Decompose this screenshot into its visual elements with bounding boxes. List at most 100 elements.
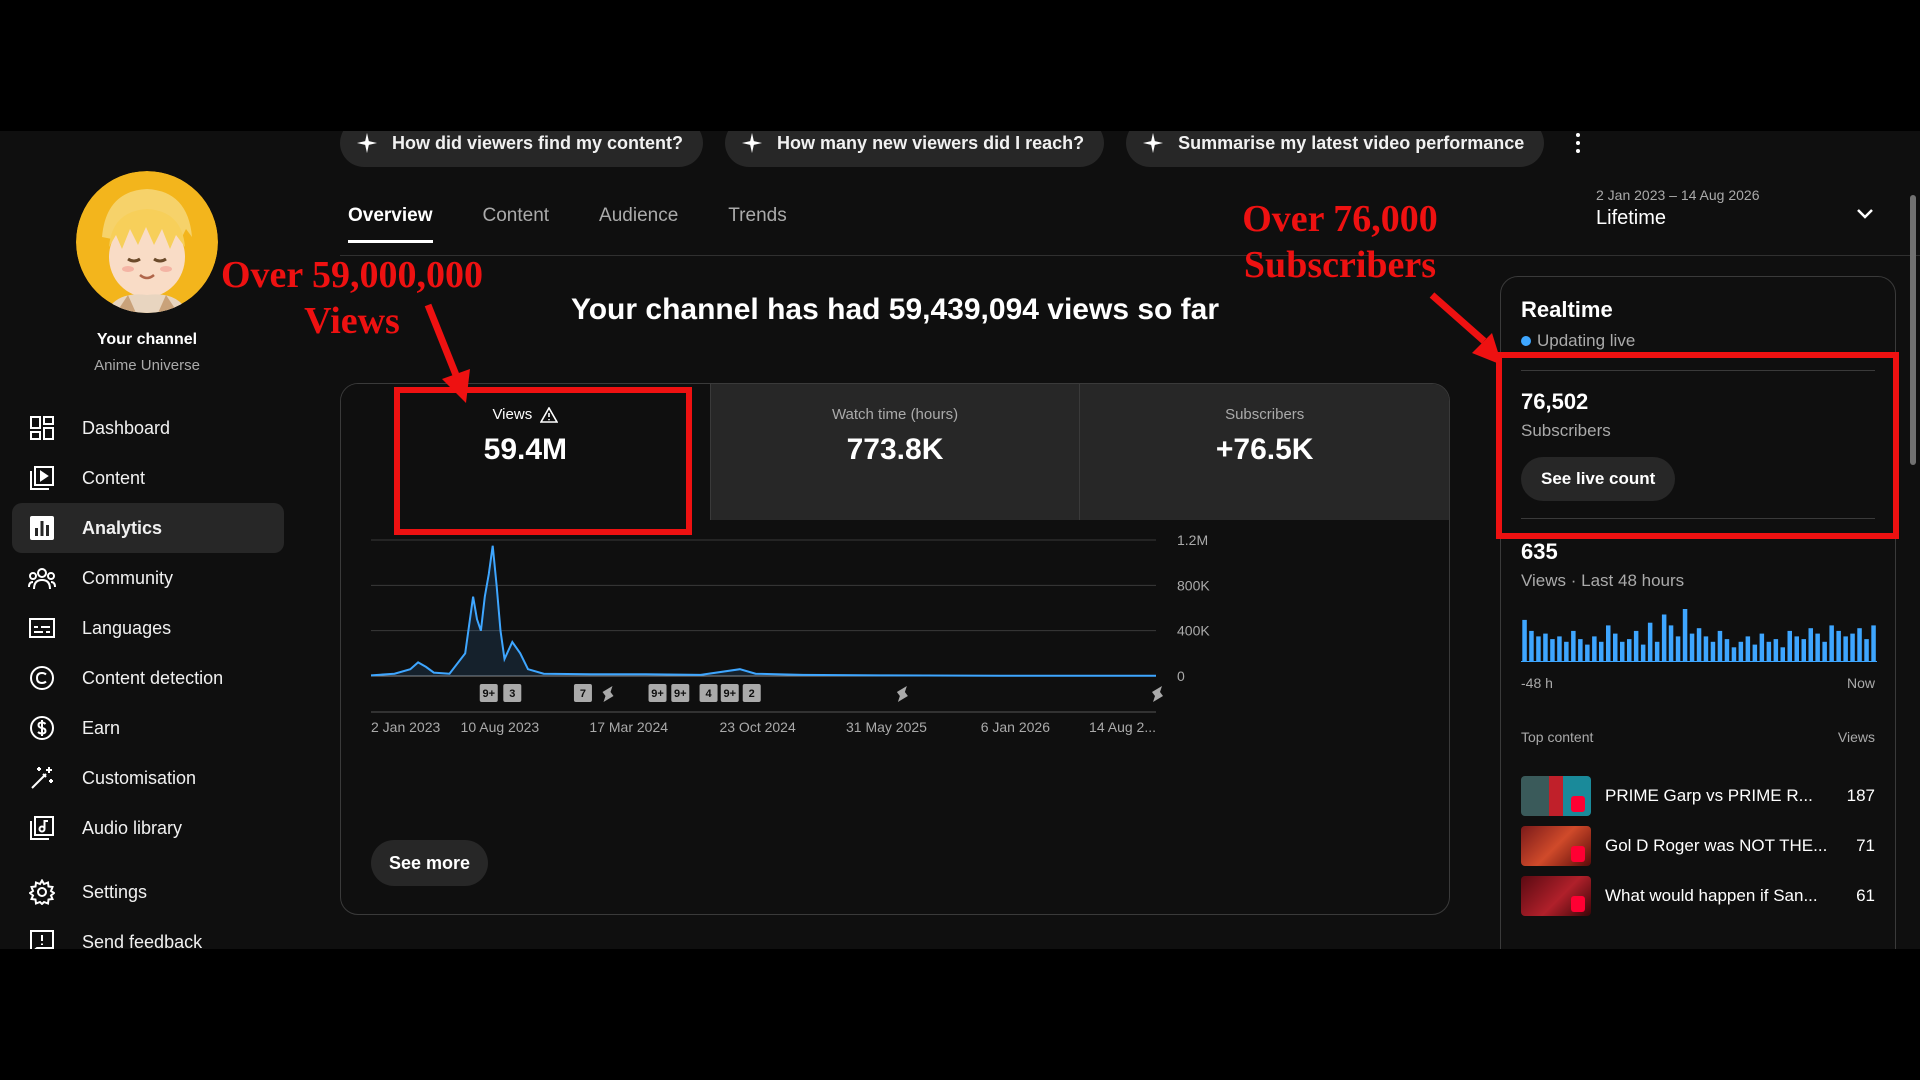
video-views: 187 xyxy=(1846,786,1875,805)
tab-audience[interactable]: Audience xyxy=(599,205,678,243)
shorts-marker-icon xyxy=(896,686,908,702)
spark-bar xyxy=(1780,647,1785,661)
subscribers-annotation-line1: Over 76,000 xyxy=(1242,198,1438,240)
spark-bar xyxy=(1822,641,1827,661)
magic-wand-icon xyxy=(28,764,56,792)
spark-bar xyxy=(1557,636,1562,661)
tabs-divider xyxy=(340,255,1920,256)
tab-overview[interactable]: Overview xyxy=(348,205,433,243)
spark-bar xyxy=(1543,633,1548,661)
views-line-chart[interactable]: 0 400K 800K 1.2M 9+ 3 7 9+ 9+ 4 9+ 2 2 Jan 2023 10 Au… xyxy=(341,520,1450,820)
analytics-tabs: Overview Content Audience Trends xyxy=(348,205,787,243)
sidebar-item-customisation[interactable]: Customisation xyxy=(12,753,284,803)
x-tick-label: 17 Mar 2024 xyxy=(589,719,668,735)
spark-start-label: -48 h xyxy=(1521,675,1553,691)
channel-name: Anime Universe xyxy=(94,357,200,374)
tab-trends[interactable]: Trends xyxy=(728,205,786,243)
gear-icon xyxy=(28,878,56,906)
chip-summarise[interactable]: Summarise my latest video performance xyxy=(1126,131,1545,167)
sidebar-item-earn[interactable]: Earn xyxy=(12,703,284,753)
sidebar-item-content-detection[interactable]: Content detection xyxy=(12,653,284,703)
metric-subscribers[interactable]: Subscribers +76.5K xyxy=(1079,384,1449,520)
spark-bar xyxy=(1696,628,1702,661)
dashboard-icon xyxy=(28,414,56,442)
live-status-text: Updating live xyxy=(1537,331,1636,350)
spark-bar xyxy=(1682,609,1688,661)
video-marker-label: 7 xyxy=(580,688,586,700)
spark-bar xyxy=(1724,639,1730,661)
video-marker-label: 9+ xyxy=(723,688,736,700)
spark-bar xyxy=(1689,633,1695,661)
spark-bar xyxy=(1654,641,1660,661)
spark-bar xyxy=(1773,639,1779,661)
shorts-icon xyxy=(1571,846,1585,862)
chevron-down-icon[interactable] xyxy=(1852,201,1878,227)
spark-bar xyxy=(1599,641,1604,661)
sparkle-icon xyxy=(741,132,763,154)
spark-bar xyxy=(1627,639,1632,661)
live-dot-icon xyxy=(1521,336,1531,346)
spark-bar xyxy=(1843,636,1848,661)
video-marker-label: 9+ xyxy=(482,688,495,700)
video-marker-label: 9+ xyxy=(651,688,664,700)
sidebar-item-send-feedback[interactable]: Send feedback xyxy=(12,917,284,949)
sidebar-item-content[interactable]: Content xyxy=(12,453,284,503)
sidebar-item-audio-library[interactable]: Audio library xyxy=(12,803,284,853)
x-tick-label: 14 Aug 2... xyxy=(1089,719,1156,735)
y-tick-label: 800K xyxy=(1177,577,1210,593)
dollar-icon xyxy=(28,714,56,742)
spark-bar xyxy=(1752,644,1758,661)
top-content-row[interactable]: PRIME Garp vs PRIME R... 187 xyxy=(1521,771,1875,821)
video-thumbnail xyxy=(1521,876,1591,916)
date-period-text[interactable]: Lifetime xyxy=(1596,207,1666,230)
shorts-marker-icon xyxy=(1152,686,1163,702)
suggestion-chips: How did viewers find my content? How man… xyxy=(340,131,1590,167)
spark-bar xyxy=(1564,641,1569,661)
live-status: Updating live xyxy=(1521,331,1635,351)
more-options-icon[interactable] xyxy=(1566,131,1590,161)
spark-bar xyxy=(1536,636,1541,661)
sidebar-item-label: Settings xyxy=(82,881,148,902)
sidebar-item-analytics[interactable]: Analytics xyxy=(12,503,284,553)
spark-bar xyxy=(1836,630,1841,661)
chip-new-viewers[interactable]: How many new viewers did I reach? xyxy=(725,131,1105,167)
date-range-text[interactable]: 2 Jan 2023 – 14 Aug 2026 xyxy=(1596,187,1759,203)
see-more-button[interactable]: See more xyxy=(371,840,489,886)
spark-bar xyxy=(1864,639,1869,661)
spark-bar xyxy=(1815,633,1820,661)
top-content-header: Top content xyxy=(1521,729,1594,745)
community-icon xyxy=(28,564,56,592)
feedback-icon xyxy=(28,928,56,949)
spark-bar xyxy=(1633,630,1639,661)
tab-content[interactable]: Content xyxy=(483,205,550,243)
video-thumbnail xyxy=(1521,826,1591,866)
copyright-icon xyxy=(28,664,56,692)
spark-bar xyxy=(1640,644,1646,661)
spark-bar xyxy=(1529,630,1534,661)
top-content-list: PRIME Garp vs PRIME R... 187 Gol D Roger… xyxy=(1521,771,1875,921)
chip-viewers-found[interactable]: How did viewers find my content? xyxy=(340,131,704,167)
sidebar-item-settings[interactable]: Settings xyxy=(12,867,284,917)
realtime-views-value: 635 xyxy=(1521,539,1558,564)
top-content-row[interactable]: What would happen if San... 61 xyxy=(1521,871,1875,921)
spark-end-label: Now xyxy=(1846,675,1875,691)
spark-bar xyxy=(1787,630,1792,661)
channel-avatar[interactable] xyxy=(76,171,218,313)
sidebar-item-dashboard[interactable]: Dashboard xyxy=(12,403,284,453)
metric-watch-time[interactable]: Watch time (hours) 773.8K xyxy=(709,384,1080,520)
x-tick-label: 10 Aug 2023 xyxy=(461,719,540,735)
arrow-icon xyxy=(424,303,470,403)
spark-bar xyxy=(1522,619,1527,661)
shorts-icon xyxy=(1571,796,1585,812)
video-title: Gol D Roger was NOT THE... xyxy=(1605,836,1828,855)
chip-label: Summarise my latest video performance xyxy=(1178,132,1525,153)
sidebar-item-community[interactable]: Community xyxy=(12,553,284,603)
spark-bar xyxy=(1550,639,1555,661)
top-content-row[interactable]: Gol D Roger was NOT THE... 71 xyxy=(1521,821,1875,871)
spark-bar xyxy=(1675,636,1681,661)
chip-label: How many new viewers did I reach? xyxy=(777,132,1085,153)
sidebar-item-languages[interactable]: Languages xyxy=(12,603,284,653)
scrollbar[interactable] xyxy=(1910,195,1916,465)
realtime-views-bar-chart[interactable] xyxy=(1521,603,1877,663)
spark-bar xyxy=(1731,647,1737,661)
